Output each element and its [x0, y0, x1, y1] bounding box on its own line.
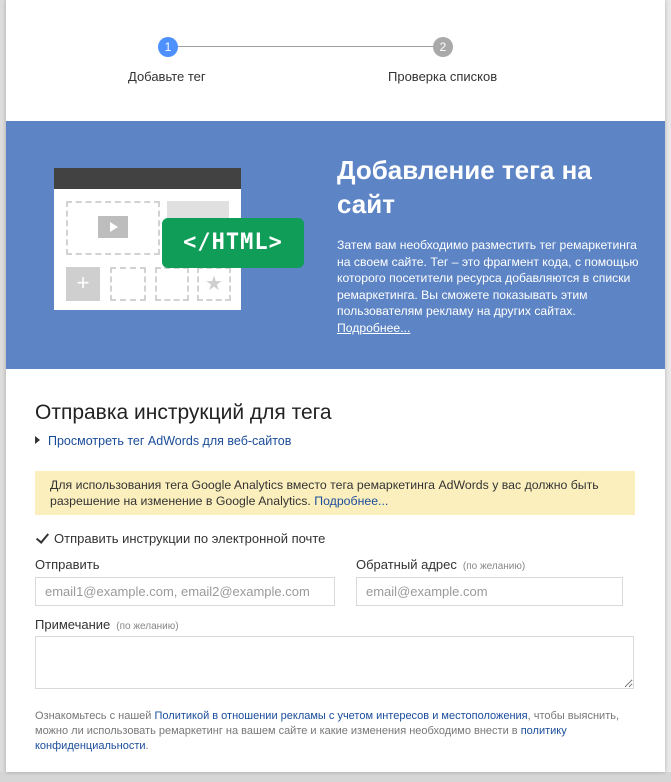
hero-more-link[interactable]: Подробнее... — [337, 321, 410, 335]
add-tag-dialog: 1 2 Добавьте тег Проверка списков + ★ </… — [6, 0, 665, 772]
analytics-notice: Для использования тега Google Analytics … — [35, 471, 635, 515]
step-1-label: Добавьте тег — [128, 69, 206, 84]
hero-description-text: Затем вам необходимо разместить тег рема… — [337, 238, 639, 318]
hero-banner: + ★ </HTML> Добавление тега на сайт Зате… — [6, 121, 665, 369]
to-email-input[interactable] — [35, 577, 335, 606]
reply-email-input[interactable] — [356, 577, 623, 606]
view-tag-expander[interactable]: Просмотреть тег AdWords для веб-сайтов — [35, 434, 291, 448]
reply-label: Обратный адрес (по желанию) — [356, 557, 526, 572]
reply-optional-hint: (по желанию) — [462, 561, 526, 572]
policy-footer: Ознакомьтесь с нашей Политикой в отношен… — [35, 710, 620, 752]
note-textarea[interactable] — [35, 636, 634, 689]
browser-bar — [54, 168, 241, 189]
to-label: Отправить — [35, 557, 100, 572]
text-icon — [155, 267, 189, 301]
video-placeholder-icon — [66, 201, 160, 255]
step-2-label: Проверка списков — [388, 69, 498, 84]
step-1-indicator: 1 — [158, 37, 178, 57]
stepper: 1 2 Добавьте тег Проверка списков — [6, 0, 665, 120]
stepper-line — [178, 46, 434, 47]
hero-title: Добавление тега на сайт — [337, 155, 592, 219]
image-icon — [110, 267, 146, 301]
note-label: Примечание (по желанию) — [35, 617, 179, 632]
view-tag-link[interactable]: Просмотреть тег AdWords для веб-сайтов — [48, 434, 291, 448]
notice-more-link[interactable]: Подробнее... — [314, 494, 388, 508]
email-instructions-checkbox[interactable]: Отправить инструкции по электронной почт… — [35, 531, 325, 546]
checkmark-icon[interactable] — [35, 531, 49, 545]
email-instructions-label: Отправить инструкции по электронной почт… — [54, 531, 326, 546]
step-2-indicator: 2 — [433, 37, 453, 57]
page-backdrop-bottom — [0, 772, 671, 782]
expand-triangle-icon — [35, 436, 40, 444]
plus-icon: + — [66, 267, 100, 301]
html-badge: </HTML> — [162, 218, 304, 268]
section-title: Отправка инструкций для тега — [35, 401, 332, 424]
hero-description: Затем вам необходимо разместить тег рема… — [337, 237, 642, 336]
note-optional-hint: (по желанию) — [116, 621, 179, 632]
star-icon: ★ — [197, 267, 231, 301]
ads-policy-link[interactable]: Политикой в отношении рекламы с учетом и… — [155, 710, 528, 722]
